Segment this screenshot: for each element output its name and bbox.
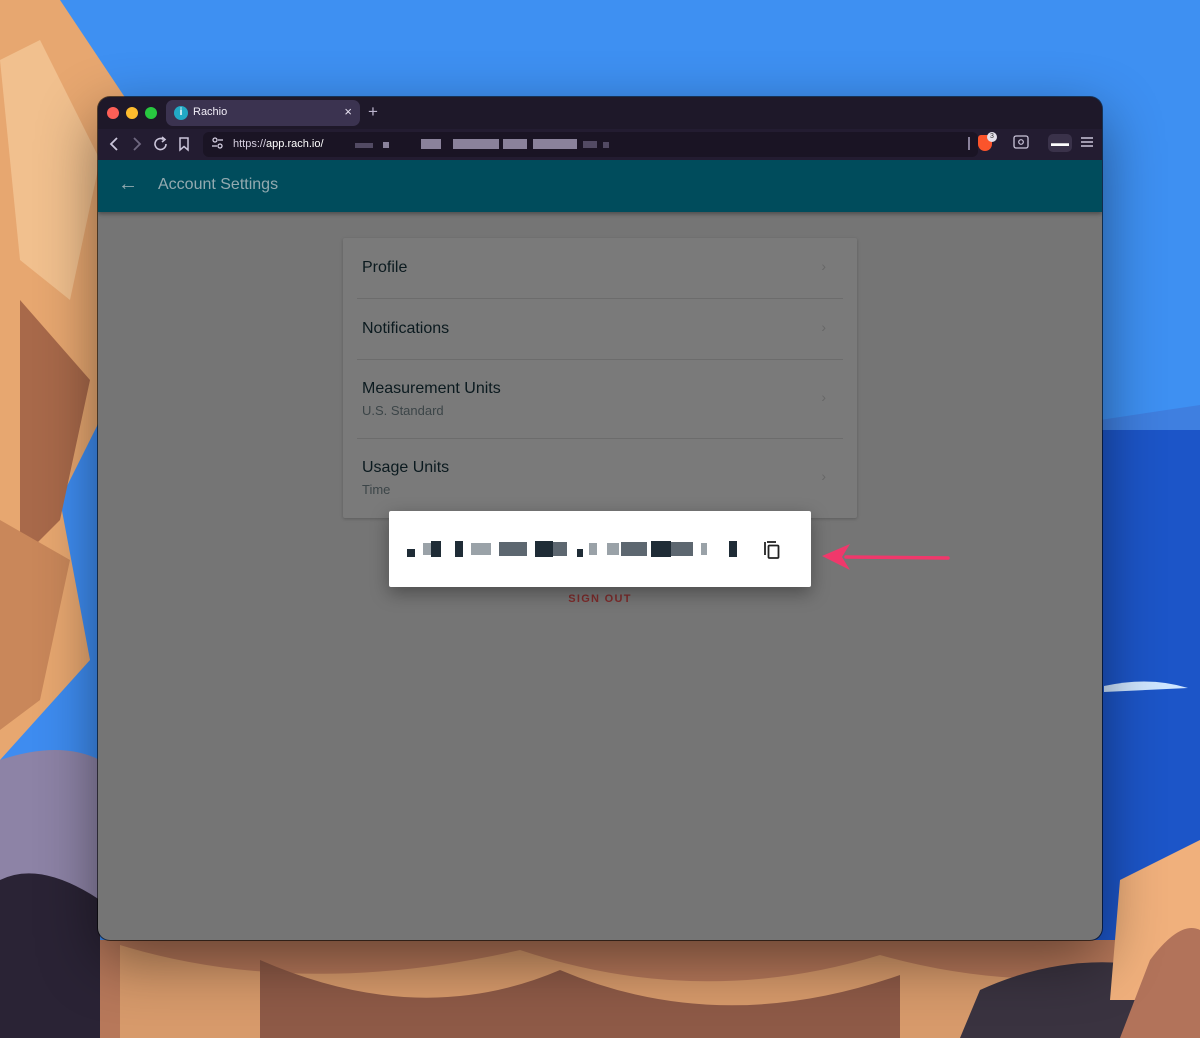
zoom-window-button[interactable] xyxy=(145,107,157,119)
settings-item-measurement-units[interactable]: Measurement Units U.S. Standard › xyxy=(343,360,857,439)
redacted-id-segment xyxy=(589,543,597,555)
redacted-id-segment xyxy=(621,542,647,556)
redacted-url-segment xyxy=(421,139,441,149)
site-settings-icon[interactable] xyxy=(211,136,224,153)
app-header: ← Account Settings xyxy=(98,160,1102,212)
redacted-id-segment xyxy=(535,541,553,557)
annotation-arrow-icon xyxy=(822,544,950,570)
navigation-bar: https://app.rach.io/ 3 ▬▬ xyxy=(98,129,1102,160)
url-bar-divider xyxy=(968,137,970,150)
address-bar[interactable]: https://app.rach.io/ xyxy=(203,132,978,157)
rachio-favicon-icon: i xyxy=(174,106,188,120)
redacted-url-segment xyxy=(503,139,527,149)
chevron-right-icon: › xyxy=(821,468,826,484)
settings-item-label: Notifications xyxy=(362,320,450,337)
menu-icon[interactable] xyxy=(1080,135,1094,152)
redacted-url-segment xyxy=(355,143,373,148)
redacted-id-segment xyxy=(651,541,671,557)
minimize-window-button[interactable] xyxy=(126,107,138,119)
settings-item-notifications[interactable]: Notifications › xyxy=(343,299,857,360)
chevron-right-icon: › xyxy=(821,319,826,335)
settings-item-usage-units[interactable]: Usage Units Time › xyxy=(343,439,857,518)
redacted-id-segment xyxy=(455,541,463,557)
settings-item-label: Profile xyxy=(362,259,408,276)
sign-out-button[interactable]: SIGN OUT xyxy=(98,593,1102,605)
redacted-id-segment xyxy=(431,541,441,557)
settings-list: Profile › Notifications › Measurement Un… xyxy=(343,238,857,518)
redacted-id-segment xyxy=(471,543,491,555)
forward-icon[interactable] xyxy=(131,135,143,158)
redacted-id-segment xyxy=(729,541,737,557)
back-icon[interactable] xyxy=(108,135,120,158)
back-arrow-icon[interactable]: ← xyxy=(118,173,138,196)
redacted-url-segment xyxy=(583,141,597,148)
redacted-id-segment xyxy=(577,549,583,557)
reader-mode-icon[interactable] xyxy=(1013,135,1029,152)
url-host: app.rach.io/ xyxy=(266,138,324,150)
redacted-id-segment xyxy=(607,543,619,555)
new-tab-button[interactable]: + xyxy=(368,102,378,122)
browser-window: i Rachio × + https://app.rach.io/ 3 ▬▬ ←… xyxy=(98,97,1102,940)
page-title: Account Settings xyxy=(158,176,279,193)
title-bar: i Rachio × + xyxy=(98,97,1102,129)
chevron-right-icon: › xyxy=(821,258,826,274)
redacted-url-segment xyxy=(383,142,389,148)
redacted-id-segment xyxy=(553,542,567,556)
url-scheme: https:// xyxy=(233,138,267,150)
close-window-button[interactable] xyxy=(107,107,119,119)
copy-icon[interactable] xyxy=(763,540,781,560)
settings-item-label: Usage Units xyxy=(362,459,450,476)
settings-item-value: U.S. Standard xyxy=(362,403,444,418)
wallet-icon[interactable]: ▬▬ xyxy=(1048,134,1072,152)
redacted-url-segment xyxy=(453,139,499,149)
browser-tab[interactable]: i Rachio × xyxy=(166,100,360,126)
settings-item-value: Time xyxy=(362,482,391,497)
shields-count-badge: 3 xyxy=(987,132,997,142)
reload-icon[interactable] xyxy=(153,135,169,158)
settings-item-profile[interactable]: Profile › xyxy=(343,238,857,299)
redacted-id-segment xyxy=(499,542,527,556)
bookmark-icon[interactable] xyxy=(178,135,190,158)
redacted-id-segment xyxy=(671,542,693,556)
redacted-id-segment xyxy=(701,543,707,555)
chevron-right-icon: › xyxy=(821,389,826,405)
tab-close-icon[interactable]: × xyxy=(344,104,352,119)
redacted-id-segment xyxy=(423,543,431,555)
redacted-url-segment xyxy=(533,139,577,149)
settings-item-label: Measurement Units xyxy=(362,380,501,397)
url-text: https://app.rach.io/ xyxy=(233,138,324,150)
redacted-url-segment xyxy=(603,142,609,148)
redacted-id-segment xyxy=(407,549,415,557)
id-copy-popup xyxy=(389,511,811,587)
tab-title: Rachio xyxy=(193,106,228,118)
